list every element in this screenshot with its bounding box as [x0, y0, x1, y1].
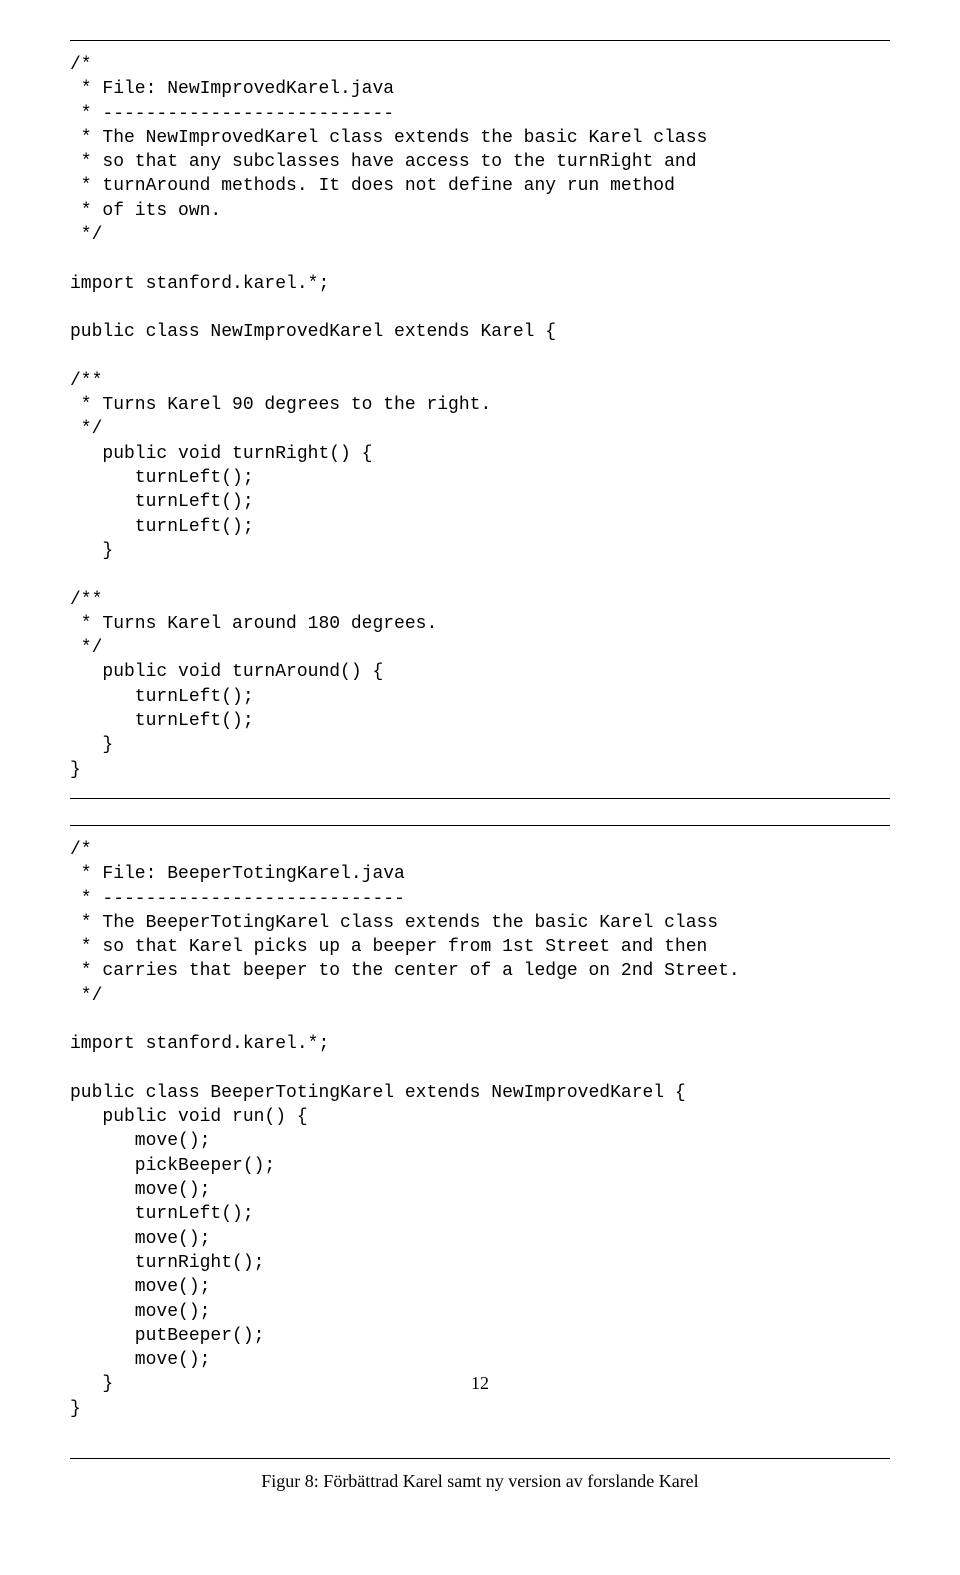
code-listing-1: /* * File: NewImprovedKarel.java * -----… [70, 53, 890, 782]
top-rule [70, 40, 890, 41]
bottom-rule [70, 1458, 890, 1459]
spacer [70, 799, 890, 825]
mid-rule-2 [70, 825, 890, 826]
page-number: 12 [70, 1373, 890, 1394]
figure-caption: Figur 8: Förbättrad Karel samt ny versio… [70, 1471, 890, 1492]
page-container: /* * File: NewImprovedKarel.java * -----… [0, 0, 960, 1518]
code-listing-2: /* * File: BeeperTotingKarel.java * ----… [70, 838, 890, 1421]
